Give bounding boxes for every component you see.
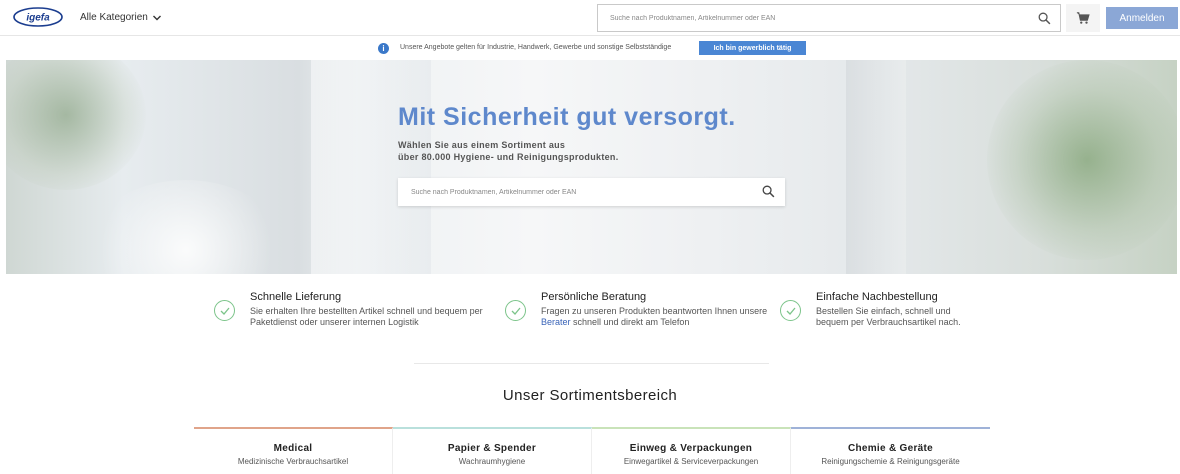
cart-icon	[1076, 12, 1090, 24]
feature-text: Bestellen Sie einfach, schnell und beque…	[816, 306, 981, 328]
feature-text-line: Bestellen Sie einfach, schnell und	[816, 306, 951, 316]
check-icon	[780, 300, 801, 321]
hero-search-input[interactable]	[398, 178, 738, 206]
info-icon: i	[378, 43, 389, 54]
hero-subtitle-line: Wählen Sie aus einem Sortiment aus	[398, 140, 566, 150]
hero-background-light	[86, 180, 286, 274]
category-chemicals-devices[interactable]: Chemie & Geräte Reinigungschemie & Reini…	[791, 427, 990, 474]
search-icon[interactable]	[762, 185, 775, 198]
feature-personal-advice: Persönliche Beratung Fragen zu unseren P…	[505, 290, 775, 335]
feature-fast-delivery: Schnelle Lieferung Sie erhalten Ihre bes…	[214, 290, 504, 335]
assortment-title: Unser Sortimentsbereich	[502, 387, 678, 404]
category-title: Einweg & Verpackungen	[629, 443, 753, 454]
check-icon	[505, 300, 526, 321]
feature-text: Fragen zu unseren Produkten beantworten …	[541, 306, 776, 328]
feature-text-line: bequem per Verbrauchsartikel nach.	[816, 317, 961, 327]
feature-text: Sie erhalten Ihre bestellten Artikel sch…	[250, 306, 500, 328]
feature-easy-reorder: Einfache Nachbestellung Bestellen Sie ei…	[780, 290, 980, 335]
feature-title: Einfache Nachbestellung	[816, 291, 938, 303]
igefa-logo[interactable]: igefa	[13, 7, 63, 27]
info-bar: i Unsere Angebote gelten für Industrie, …	[0, 40, 1180, 58]
header-search-input[interactable]	[598, 5, 1018, 31]
hero-background-plant	[987, 60, 1177, 260]
hero-subtitle-line: über 80.000 Hygiene- und Reinigungsprodu…	[398, 152, 619, 162]
hero-subtitle: Wählen Sie aus einem Sortiment aus über …	[398, 139, 658, 163]
header-search	[597, 4, 1061, 32]
category-disposable-packaging[interactable]: Einweg & Verpackungen Einwegartikel & Se…	[592, 427, 791, 474]
categories-label: Alle Kategorien	[80, 12, 148, 23]
hero-banner: Mit Sicherheit gut versorgt. Wählen Sie …	[6, 60, 1177, 274]
category-title: Chemie & Geräte	[847, 443, 934, 454]
hero-background-shape	[311, 60, 431, 274]
cart-button[interactable]	[1066, 4, 1100, 32]
hero-title: Mit Sicherheit gut versorgt.	[398, 103, 736, 131]
search-icon[interactable]	[1038, 12, 1051, 25]
category-subtitle: Medizinische Verbrauchsartikel	[237, 457, 349, 466]
category-title: Papier & Spender	[447, 443, 537, 454]
hero-background-shape	[846, 60, 906, 274]
chevron-down-icon	[152, 15, 161, 20]
logo-text: igefa	[26, 13, 50, 24]
category-paper-dispenser[interactable]: Papier & Spender Wachraumhygiene	[393, 427, 592, 474]
category-title: Medical	[273, 443, 313, 454]
category-subtitle: Reinigungschemie & Reinigungsgeräte	[821, 457, 960, 466]
check-icon	[214, 300, 235, 321]
feature-text-line: Sie erhalten Ihre bestellten Artikel sch…	[250, 306, 483, 316]
business-customer-button[interactable]: Ich bin gewerblich tätig	[699, 41, 806, 55]
site-header: igefa Alle Kategorien Anmelden	[0, 0, 1180, 36]
hero-search	[398, 178, 785, 206]
advisor-link[interactable]: Berater	[541, 317, 571, 327]
feature-text-rest: schnell und direkt am Telefon	[570, 317, 690, 327]
feature-text-line: Berater schnell und direkt am Telefon	[541, 317, 776, 328]
login-button[interactable]: Anmelden	[1106, 7, 1178, 29]
info-text: Unsere Angebote gelten für Industrie, Ha…	[400, 44, 672, 51]
section-divider	[414, 363, 769, 364]
hero-background-plant	[6, 60, 146, 190]
feature-title: Persönliche Beratung	[541, 291, 647, 303]
category-subtitle: Einwegartikel & Serviceverpackungen	[623, 457, 759, 466]
category-subtitle: Wachraumhygiene	[458, 457, 526, 466]
feature-text-line: Paketdienst oder unserer internen Logist…	[250, 317, 419, 327]
feature-title: Schnelle Lieferung	[250, 291, 342, 303]
feature-text-line: Fragen zu unseren Produkten beantworten …	[541, 306, 768, 316]
category-medical[interactable]: Medical Medizinische Verbrauchsartikel	[194, 427, 393, 474]
categories-dropdown[interactable]: Alle Kategorien	[80, 12, 162, 23]
